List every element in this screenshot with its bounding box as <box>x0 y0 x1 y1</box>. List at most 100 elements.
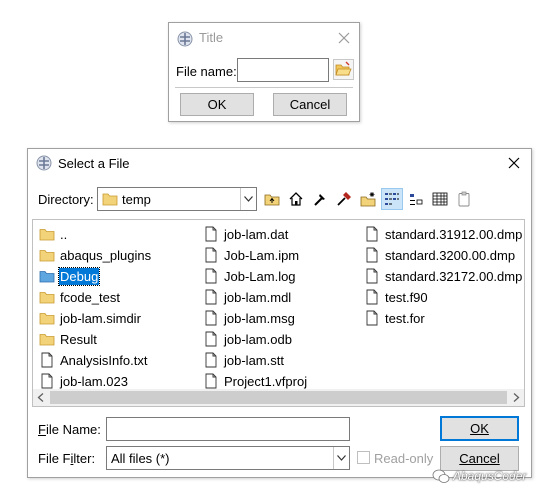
directory-label: Directory: <box>38 192 94 207</box>
file-list-item[interactable]: standard.3200.00.dmp <box>364 245 516 265</box>
scrollbar-thumb[interactable] <box>50 391 507 404</box>
close-icon[interactable] <box>336 30 352 46</box>
bookmark-button[interactable] <box>333 188 355 210</box>
home-icon <box>289 192 303 206</box>
document-icon <box>366 310 378 326</box>
ok-button[interactable]: OK <box>440 416 519 441</box>
home-button[interactable] <box>285 188 307 210</box>
file-list-item[interactable]: test.for <box>364 308 426 328</box>
open-folder-icon <box>335 61 352 76</box>
select-file-titlebar: Select a File <box>28 149 531 177</box>
select-file-dialog: Select a File Directory: temp .. abaqus_… <box>27 148 532 478</box>
document-icon <box>41 373 53 389</box>
cancel-button[interactable]: Cancel <box>273 93 347 116</box>
file-list-item[interactable]: job-lam.023 <box>39 371 129 391</box>
file-list-item-name: job-lam.odb <box>224 331 292 347</box>
file-list-item[interactable]: job-lam.msg <box>203 308 296 328</box>
file-list-item[interactable]: AnalysisInfo.txt <box>39 350 148 370</box>
file-list-item-name: abaqus_plugins <box>60 247 152 263</box>
file-list-item-name: job-lam.msg <box>224 310 295 326</box>
folder-icon <box>39 229 55 241</box>
file-list-item-name: fcode_test <box>60 289 120 305</box>
directory-dropdown[interactable] <box>240 188 256 210</box>
document-icon <box>366 247 378 263</box>
document-icon <box>366 268 378 284</box>
up-directory-button[interactable] <box>261 188 283 210</box>
readonly-checkbox[interactable] <box>357 451 370 464</box>
browse-button[interactable] <box>333 59 354 80</box>
file-list-item[interactable]: job-lam.mdl <box>203 287 292 307</box>
file-list-item-name: job-lam.mdl <box>224 289 292 305</box>
folder-icon <box>39 250 55 262</box>
file-name-input[interactable] <box>106 417 350 441</box>
file-list-item-name: Job-Lam.log <box>224 268 296 284</box>
file-filter-select[interactable]: All files (*) <box>106 446 350 470</box>
file-list-item[interactable]: standard.31912.00.dmp <box>364 224 523 244</box>
details-view-button[interactable] <box>429 188 451 210</box>
new-folder-button[interactable] <box>357 188 379 210</box>
file-name-label: File Name: <box>38 422 101 437</box>
folder-icon <box>39 292 55 304</box>
hammer-icon <box>314 194 325 206</box>
close-icon[interactable] <box>506 155 522 171</box>
file-list[interactable]: .. abaqus_plugins Debug fcode_test job-lam.s… <box>32 219 525 407</box>
file-list-item[interactable]: job-lam.odb <box>203 329 293 349</box>
document-icon <box>205 352 217 368</box>
file-list-item[interactable]: Job-Lam.ipm <box>203 245 300 265</box>
file-list-item-name: job-lam.023 <box>60 373 128 389</box>
file-name-label: File name: <box>176 64 237 79</box>
list-view-icon <box>385 193 399 205</box>
file-list-item[interactable]: abaqus_plugins <box>39 245 152 265</box>
file-name-input[interactable] <box>237 58 329 82</box>
file-list-item[interactable]: job-lam.simdir <box>39 308 142 328</box>
icon-view-icon <box>410 194 423 205</box>
directory-select[interactable]: temp <box>97 187 257 211</box>
readonly-label: Read-only <box>374 451 434 466</box>
scroll-left-icon[interactable] <box>37 393 45 402</box>
icon-view-button[interactable] <box>405 188 427 210</box>
file-list-item[interactable]: .. <box>39 224 68 244</box>
select-file-title: Select a File <box>58 156 130 171</box>
clipboard-button[interactable] <box>453 188 475 210</box>
file-filter-dropdown[interactable] <box>333 447 349 469</box>
directory-value: temp <box>122 191 151 207</box>
file-list-item[interactable]: fcode_test <box>39 287 121 307</box>
chevron-down-icon <box>337 455 346 461</box>
file-list-item-name: test.for <box>385 310 425 326</box>
file-list-item-name: .. <box>60 226 68 242</box>
document-icon <box>205 373 217 389</box>
document-icon <box>205 247 217 263</box>
up-folder-icon <box>264 194 280 206</box>
file-list-item-name: standard.3200.00.dmp <box>385 247 516 263</box>
list-view-button[interactable] <box>381 188 403 210</box>
file-list-item[interactable]: standard.32172.00.dmp <box>364 266 523 286</box>
chevron-down-icon <box>244 196 253 202</box>
file-list-item-name: job-lam.dat <box>224 226 289 242</box>
file-list-item-name: standard.31912.00.dmp <box>385 226 523 242</box>
document-icon <box>41 352 53 368</box>
file-list-item-name: Result <box>60 331 97 347</box>
folder-icon <box>39 271 55 283</box>
file-list-item[interactable]: job-lam.dat <box>203 224 289 244</box>
file-list-item-name: test.f90 <box>385 289 428 305</box>
document-icon <box>205 268 217 284</box>
file-list-item[interactable]: test.f90 <box>364 287 429 307</box>
file-list-item[interactable]: Result <box>39 329 98 349</box>
file-list-item[interactable]: Job-Lam.log <box>203 266 297 286</box>
file-grid: .. abaqus_plugins Debug fcode_test job-lam.s… <box>33 220 524 389</box>
folder-icon <box>39 313 55 325</box>
file-list-item[interactable]: job-lam.stt <box>203 350 285 370</box>
file-list-item-name: Project1.vfproj <box>224 373 308 389</box>
file-list-item[interactable]: Project1.vfproj <box>203 371 308 391</box>
folder-icon <box>102 193 118 206</box>
scroll-right-icon[interactable] <box>512 393 520 402</box>
separator <box>175 87 353 88</box>
title-dialog-title: Title <box>199 30 224 45</box>
clipboard-icon <box>458 191 470 207</box>
ok-button[interactable]: OK <box>180 93 254 116</box>
file-list-item-name: Debug <box>57 266 101 286</box>
work-directory-button[interactable] <box>309 188 331 210</box>
horizontal-scrollbar[interactable] <box>33 389 524 406</box>
file-list-item-name: job-lam.simdir <box>60 310 141 326</box>
file-list-item[interactable]: Debug <box>39 266 101 286</box>
